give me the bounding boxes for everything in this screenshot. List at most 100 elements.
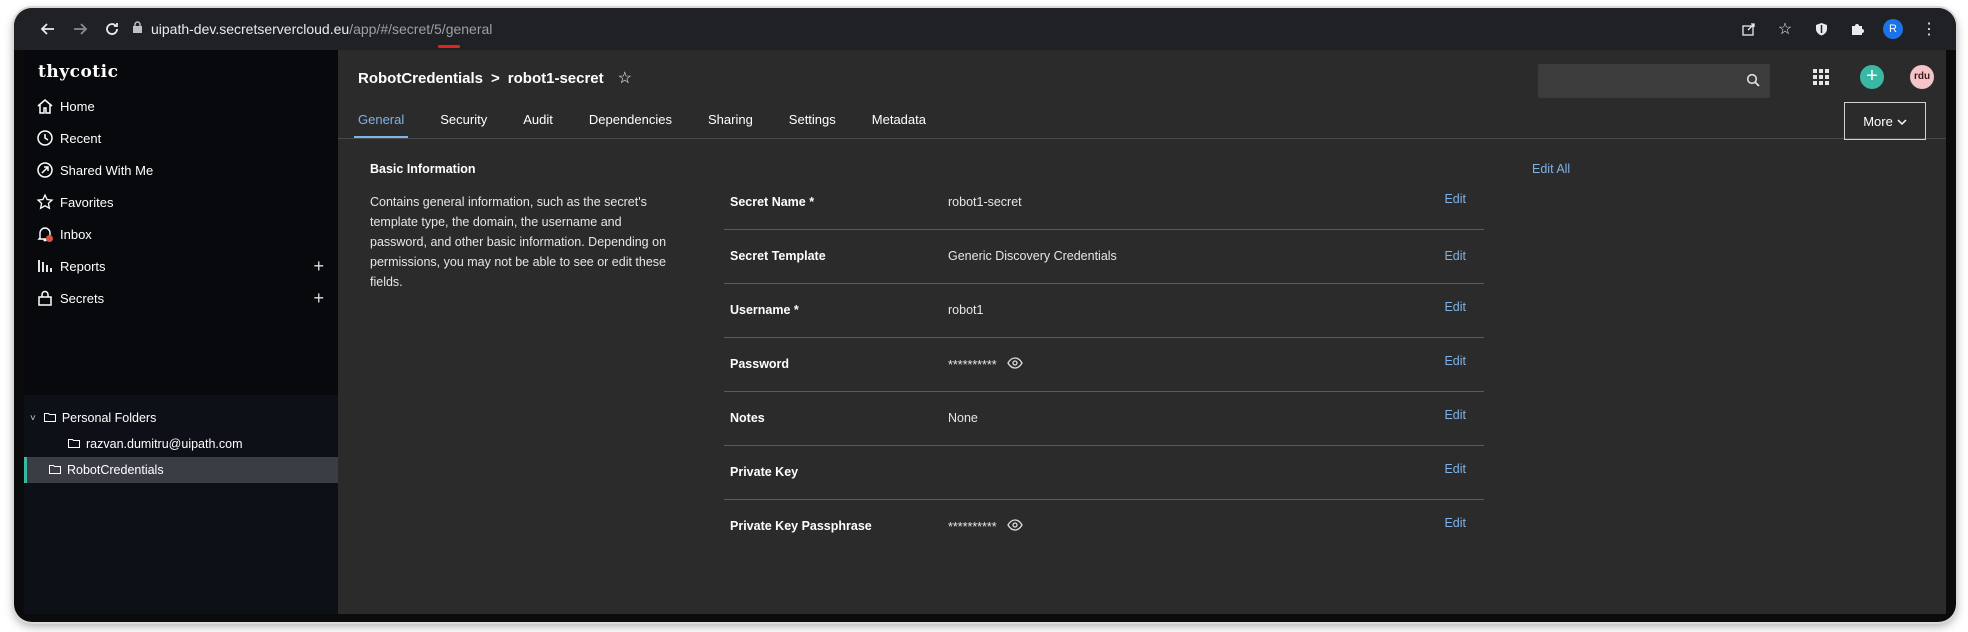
sidebar-item-label: Secrets [60, 290, 105, 306]
profile-avatar[interactable]: R [1878, 14, 1908, 44]
field-row-private-key-passphrase: Private Key Passphrase ********** Edit [724, 500, 1484, 554]
tab-metadata[interactable]: Metadata [868, 110, 930, 138]
tree-item-label: Personal Folders [61, 411, 157, 425]
add-report-icon[interactable]: + [313, 256, 324, 277]
url-host: uipath-dev.secretservercloud.eu [151, 21, 350, 37]
url-path: /app/#/secret/5/general [349, 21, 493, 37]
reload-icon[interactable] [96, 13, 128, 45]
edit-link[interactable]: Edit [1444, 249, 1466, 263]
chevron-down-icon [1897, 114, 1907, 129]
lock-icon [34, 287, 56, 309]
add-secret-icon[interactable]: + [313, 288, 324, 309]
field-value: ********** [948, 519, 1023, 534]
avatar[interactable]: rdu [1910, 65, 1934, 89]
back-icon[interactable] [32, 13, 64, 45]
bookmark-star-icon[interactable]: ☆ [1770, 14, 1800, 44]
app-window: uipath-dev.secretservercloud.eu/app/#/se… [14, 8, 1956, 622]
sidebar-item-label: Reports [60, 258, 106, 274]
edit-link[interactable]: Edit [1444, 354, 1466, 368]
edit-link[interactable]: Edit [1444, 462, 1466, 476]
field-value: None [948, 411, 978, 425]
sidebar-item-home[interactable]: Home [34, 91, 330, 121]
tree-item-personal-folders[interactable]: ˅ Personal Folders [30, 405, 156, 431]
breadcrumb-parent[interactable]: RobotCredentials [358, 70, 483, 87]
tree-item-razvan-folder[interactable]: razvan.dumitru@uipath.com [68, 431, 243, 457]
shared-icon [34, 159, 56, 181]
tab-audit[interactable]: Audit [519, 110, 557, 138]
add-button[interactable]: + [1860, 65, 1884, 89]
sidebar-item-secrets[interactable]: Secrets + [34, 283, 330, 313]
sidebar-item-label: Inbox [60, 226, 92, 242]
chevron-down-icon[interactable]: ˅ [30, 413, 36, 424]
url-highlight-mark [438, 45, 460, 48]
sidebar-item-label: Recent [60, 130, 102, 146]
edit-link[interactable]: Edit [1444, 516, 1466, 530]
more-button[interactable]: More [1844, 102, 1926, 140]
page-title: robot1-secret [507, 69, 604, 87]
tab-sharing[interactable]: Sharing [704, 110, 757, 138]
bell-icon [34, 223, 56, 245]
sidebar-item-favorites[interactable]: Favorites [34, 187, 330, 217]
field-row-notes: Notes None Edit [724, 392, 1484, 446]
eye-icon[interactable] [1006, 519, 1023, 534]
tree-item-label: RobotCredentials [67, 463, 164, 477]
field-row-secret-template: Secret Template Generic Discovery Creden… [724, 230, 1484, 284]
sidebar-item-recent[interactable]: Recent [34, 123, 330, 153]
sidebar-item-shared-with-me[interactable]: Shared With Me [34, 155, 330, 185]
field-label: Username * [730, 303, 799, 317]
thycotic-logo[interactable]: thycotic [38, 62, 118, 82]
edit-link[interactable]: Edit [1444, 408, 1466, 422]
tab-general[interactable]: General [354, 110, 409, 138]
edit-all-link[interactable]: Edit All [1532, 162, 1570, 176]
more-label: More [1863, 113, 1893, 129]
forward-icon[interactable] [64, 13, 96, 45]
field-row-private-key: Private Key Edit [724, 446, 1484, 500]
notification-dot [46, 235, 53, 242]
favorite-star-icon[interactable]: ☆ [618, 68, 632, 88]
browser-toolbar: uipath-dev.secretservercloud.eu/app/#/se… [14, 8, 1956, 50]
field-row-username: Username * robot1 Edit [724, 284, 1484, 338]
sidebar-item-label: Home [60, 98, 95, 114]
eye-icon[interactable] [1006, 357, 1023, 372]
clock-icon [34, 127, 56, 149]
extension-shield-icon[interactable] [1806, 14, 1836, 44]
field-label: Secret Template [730, 249, 826, 263]
field-label: Secret Name * [730, 195, 815, 209]
tree-item-label: razvan.dumitru@uipath.com [86, 437, 243, 451]
field-label: Notes [730, 411, 765, 425]
field-label: Private Key [730, 465, 799, 479]
sidebar-item-label: Favorites [60, 194, 114, 210]
tab-bar: General Security Audit Dependencies Shar… [354, 110, 958, 138]
main-content: RobotCredentials > robot1-secret ☆ + rdu… [338, 50, 1946, 614]
edit-link[interactable]: Edit [1444, 192, 1466, 206]
home-icon [34, 95, 56, 117]
share-icon[interactable] [1734, 14, 1764, 44]
apps-grid-icon[interactable] [1812, 68, 1830, 91]
folder-icon [43, 411, 56, 425]
search-input[interactable] [1538, 64, 1770, 98]
folder-icon [49, 463, 61, 477]
breadcrumb-separator: > [491, 69, 500, 87]
folder-tree: ˅ Personal Folders razvan.dumitru@uipath… [24, 395, 338, 614]
edit-link[interactable]: Edit [1444, 300, 1466, 314]
tab-dependencies[interactable]: Dependencies [585, 110, 676, 138]
field-value: robot1 [948, 303, 984, 317]
field-row-secret-name: Secret Name * robot1-secret Edit [724, 176, 1484, 230]
address-bar[interactable]: uipath-dev.secretservercloud.eu/app/#/se… [132, 15, 1852, 43]
extensions-puzzle-icon[interactable] [1842, 14, 1872, 44]
search-icon[interactable] [1746, 73, 1760, 92]
tab-settings[interactable]: Settings [785, 110, 840, 138]
sidebar-item-inbox[interactable]: Inbox [34, 219, 330, 249]
field-row-password: Password ********** Edit [724, 338, 1484, 392]
tab-security[interactable]: Security [436, 110, 491, 138]
browser-menu-icon[interactable]: ⋮ [1914, 14, 1944, 44]
tree-item-robotcredentials[interactable]: RobotCredentials [24, 457, 338, 483]
field-label: Password [730, 357, 790, 371]
reports-icon [34, 255, 56, 277]
tab-divider [338, 138, 1946, 139]
lock-icon [132, 21, 143, 37]
field-label: Private Key Passphrase [730, 519, 872, 533]
sidebar-item-reports[interactable]: Reports + [34, 251, 330, 281]
sidebar: thycotic Home Recent Shared With Me Favo… [24, 50, 338, 614]
section-description: Contains general information, such as th… [370, 195, 667, 289]
